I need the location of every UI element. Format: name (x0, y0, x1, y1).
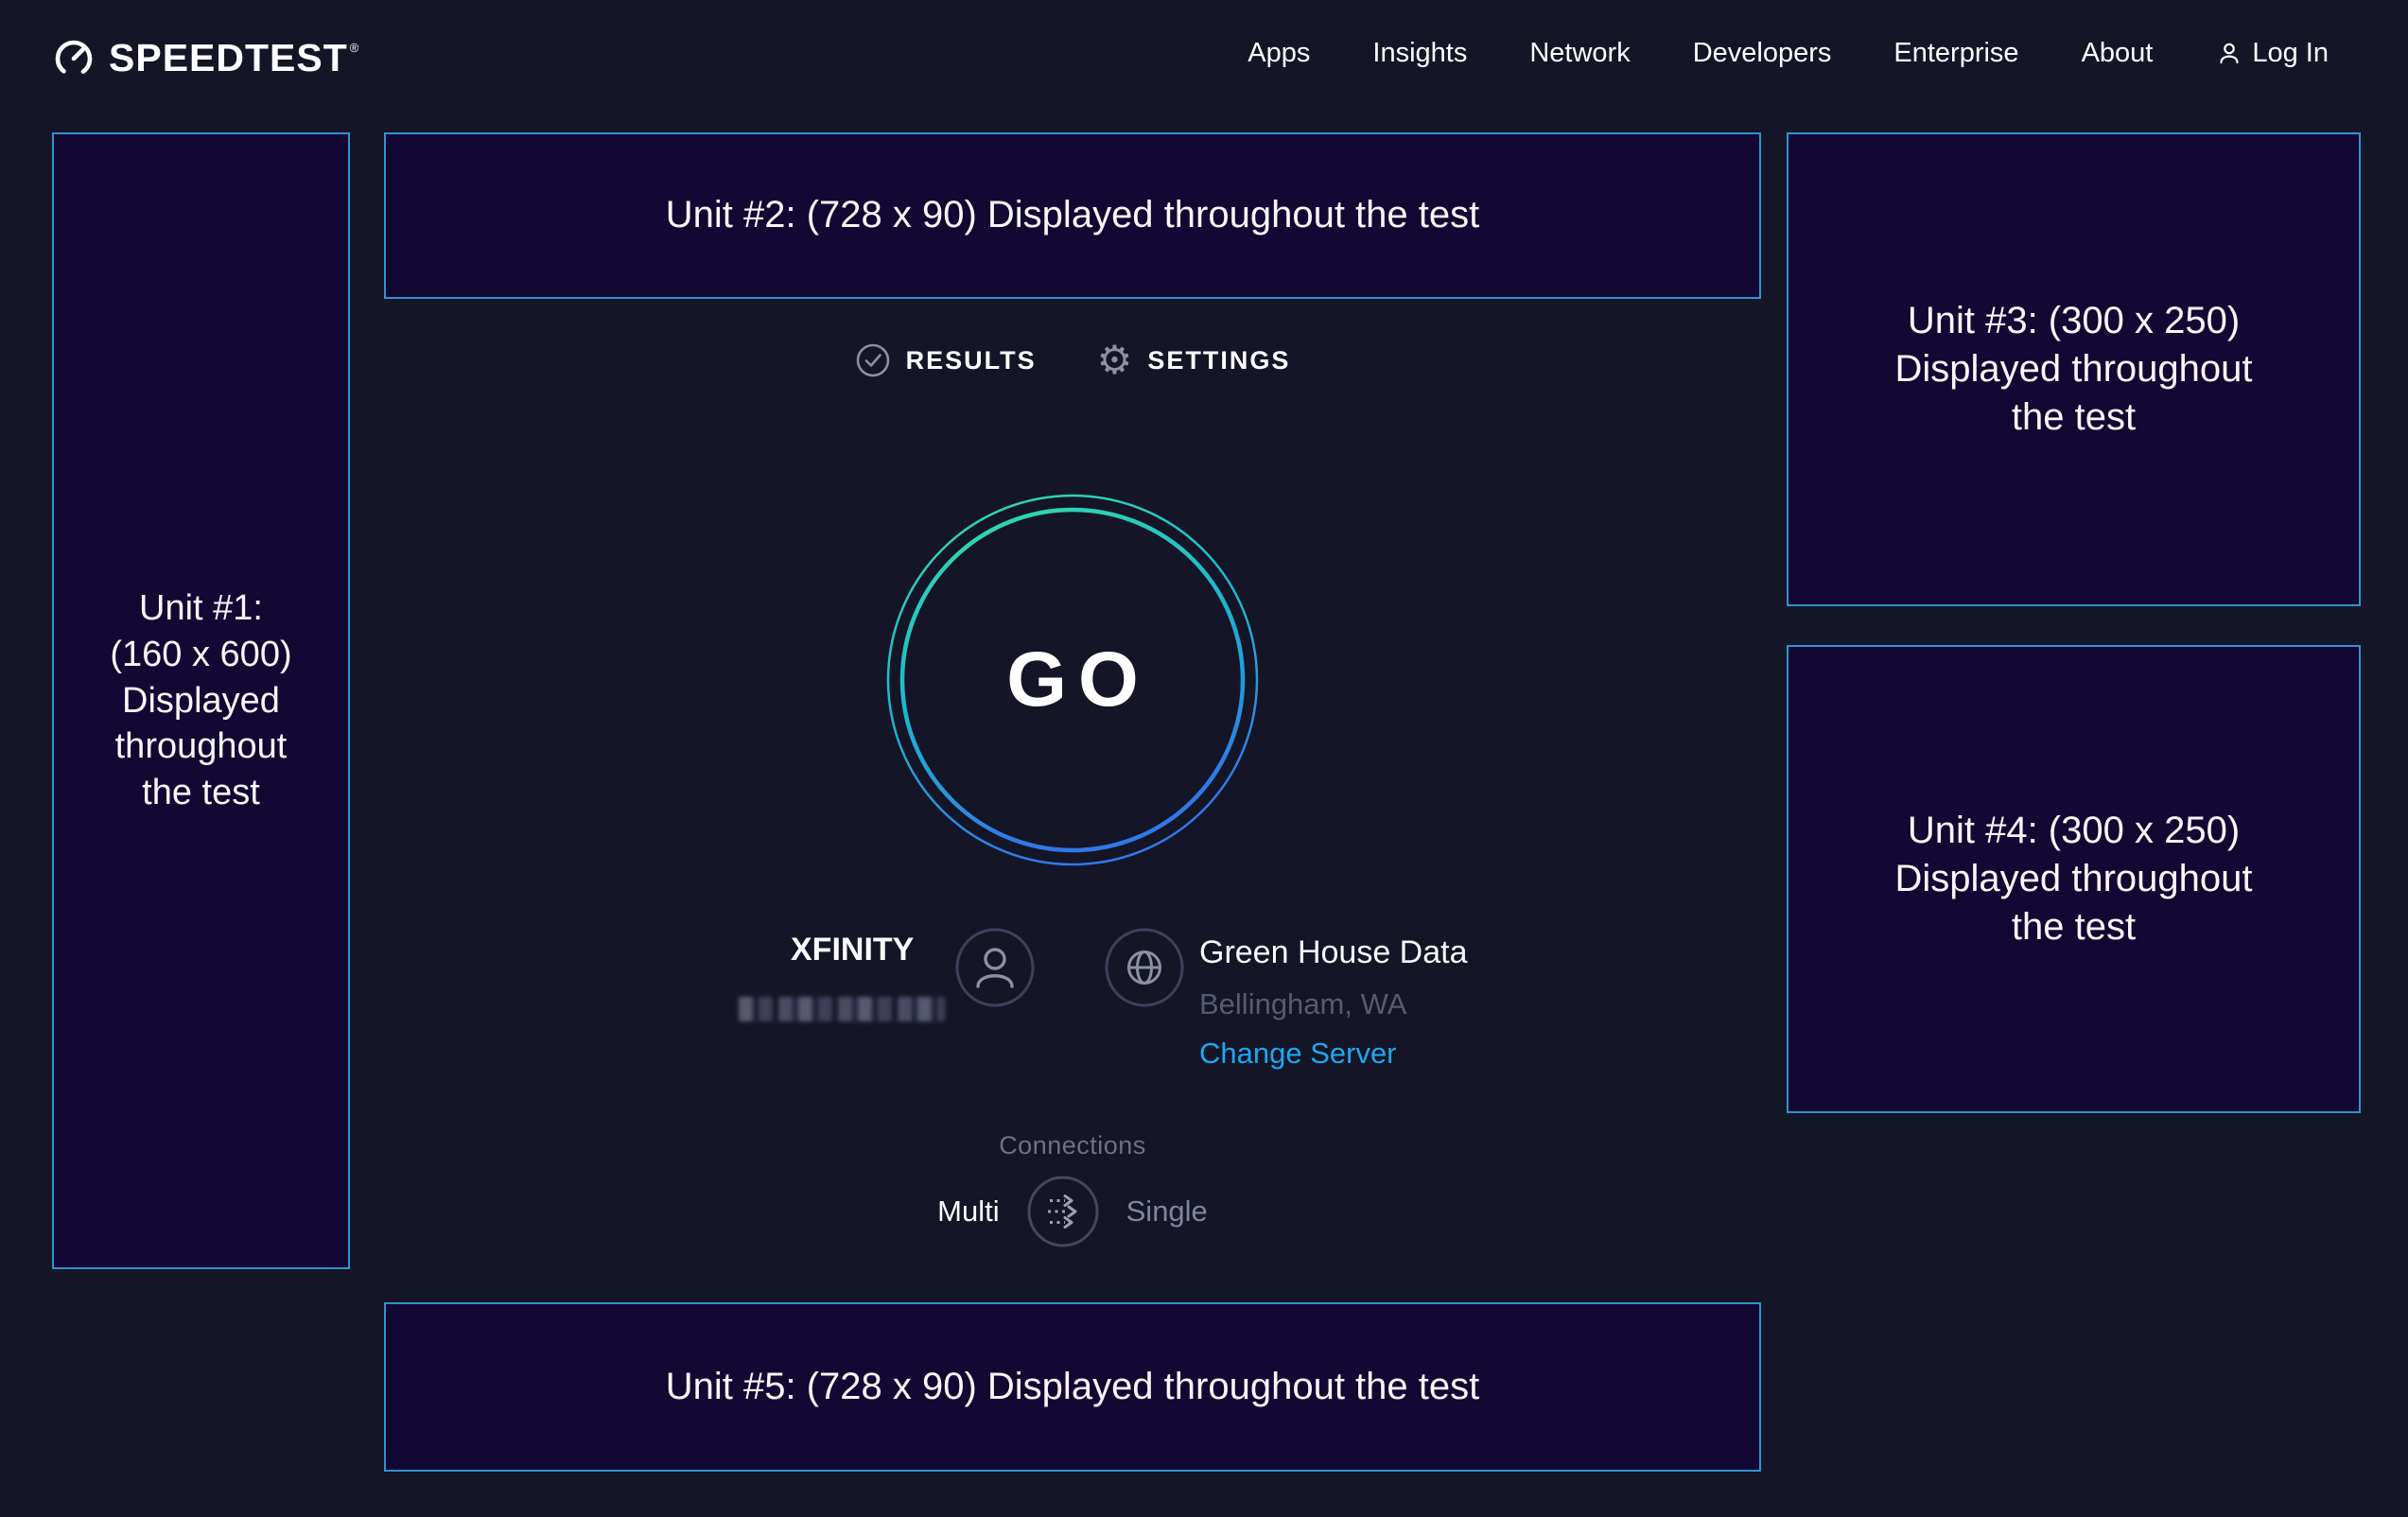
ad-unit-4-text: Unit #4: (300 x 250) Displayed throughou… (1894, 807, 2252, 952)
tab-settings[interactable]: ⚙ SETTINGS (1097, 340, 1291, 380)
speedtest-logo[interactable]: SPEEDTEST® (52, 36, 357, 80)
server-location: Bellingham, WA (1199, 987, 1406, 1021)
nav-item-about[interactable]: About (2082, 38, 2154, 69)
multi-connections-option[interactable]: Multi (937, 1194, 999, 1229)
nav-item-network[interactable]: Network (1529, 38, 1630, 69)
settings-tab-label: SETTINGS (1147, 346, 1290, 375)
nav-item-developers[interactable]: Developers (1693, 38, 1832, 69)
results-tab-label: RESULTS (906, 346, 1037, 375)
ad-unit-5-leaderboard: Unit #5: (728 x 90) Displayed throughout… (384, 1302, 1761, 1472)
multi-connection-arrows-icon[interactable] (1026, 1175, 1100, 1248)
ad-unit-1-text: Unit #1: (160 x 600) Displayed throughou… (110, 585, 291, 815)
nav-item-insights[interactable]: Insights (1372, 38, 1467, 69)
gear-icon: ⚙ (1097, 340, 1133, 380)
nav-item-apps[interactable]: Apps (1248, 38, 1310, 69)
isp-name: XFINITY (791, 932, 914, 968)
trademark-symbol: ® (350, 41, 359, 55)
nav-item-enterprise[interactable]: Enterprise (1893, 38, 2018, 69)
server-globe-icon (1105, 928, 1184, 1007)
login-button[interactable]: Log In (2215, 38, 2329, 69)
redacted-ip-address (739, 997, 945, 1021)
connections-toggle: Multi Single (384, 1175, 1761, 1248)
ad-unit-4-rectangle: Unit #4: (300 x 250) Displayed throughou… (1787, 645, 2361, 1113)
change-server-link[interactable]: Change Server (1199, 1037, 1397, 1071)
speedometer-icon (52, 37, 96, 80)
ad-unit-3-text: Unit #3: (300 x 250) Displayed throughou… (1894, 297, 2252, 443)
main-nav: Apps Insights Network Developers Enterpr… (1248, 38, 2329, 69)
test-tabs: RESULTS ⚙ SETTINGS (384, 340, 1761, 380)
ad-unit-3-rectangle: Unit #3: (300 x 250) Displayed throughou… (1787, 132, 2361, 606)
user-icon (2215, 40, 2243, 68)
ad-unit-1-skyscraper: Unit #1: (160 x 600) Displayed throughou… (52, 132, 350, 1269)
tab-results[interactable]: RESULTS (855, 342, 1037, 378)
ad-unit-5-text: Unit #5: (728 x 90) Displayed throughout… (666, 1363, 1480, 1411)
go-button[interactable]: GO (886, 494, 1259, 866)
check-circle-icon (855, 342, 891, 378)
connections-label: Connections (384, 1131, 1761, 1160)
ad-unit-2-text: Unit #2: (728 x 90) Displayed throughout… (666, 191, 1480, 239)
logo-wordmark: SPEEDTEST (109, 36, 348, 79)
single-connection-option[interactable]: Single (1126, 1194, 1208, 1229)
top-nav-bar: SPEEDTEST® Apps Insights Network Develop… (0, 0, 2408, 132)
go-button-label: GO (886, 494, 1259, 866)
isp-user-icon[interactable] (955, 928, 1035, 1007)
ad-unit-2-leaderboard: Unit #2: (728 x 90) Displayed throughout… (384, 132, 1761, 299)
login-label: Log In (2252, 38, 2329, 69)
server-name: Green House Data (1199, 934, 1468, 971)
